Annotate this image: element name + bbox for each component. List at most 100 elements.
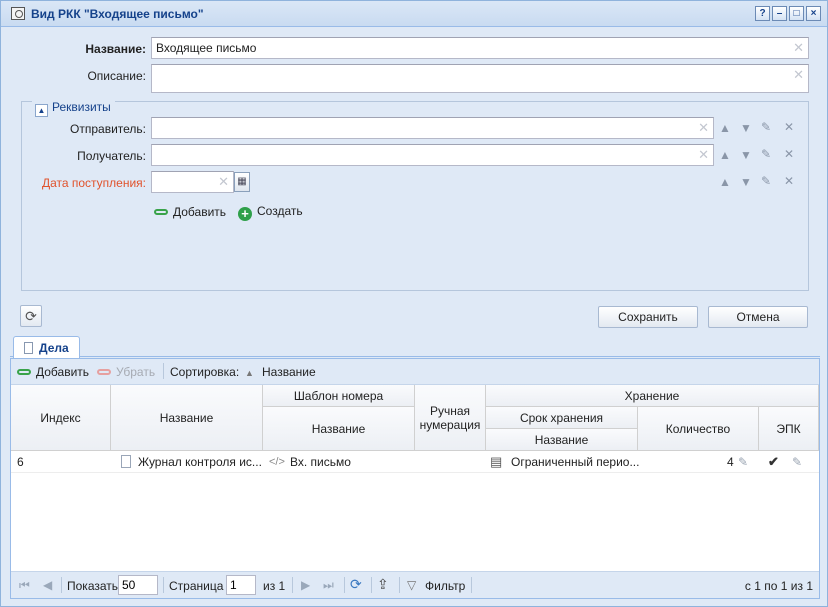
col-header-storage-period: Срок хранения (486, 407, 638, 429)
save-button[interactable]: Сохранить (598, 306, 698, 328)
description-label: Описание: (87, 69, 146, 83)
pager-separator (399, 577, 400, 593)
maximize-button[interactable]: □ (789, 6, 804, 21)
clear-icon[interactable]: ✕ (218, 175, 229, 188)
pager-separator (471, 577, 472, 593)
pager-separator (371, 577, 372, 593)
tab-strip: Дела (10, 333, 820, 358)
page-number-input[interactable] (226, 575, 256, 595)
sort-label: Сортировка: (170, 365, 240, 379)
name-field-value: Входящее письмо (156, 41, 257, 55)
link-icon (154, 209, 168, 215)
edit-icon[interactable]: ✎ (761, 174, 771, 188)
grid-add-label: Добавить (36, 365, 90, 379)
next-page-icon[interactable]: ▶ (301, 578, 310, 592)
move-down-icon[interactable]: ▼ (740, 175, 752, 189)
clear-icon[interactable]: ✕ (698, 148, 709, 161)
page-label: Страница (169, 579, 224, 593)
move-down-icon[interactable]: ▼ (740, 121, 752, 135)
grid-remove-button[interactable]: Убрать (97, 365, 155, 379)
page-count-label: из 1 (263, 579, 286, 593)
name-label: Название: (85, 42, 146, 56)
pager: ⏮ ◀ Показать Страница из 1 ▶ ⏭ ⟳ ⇪ ▽ Фил… (11, 571, 819, 598)
first-page-icon[interactable]: ⏮ (19, 578, 30, 593)
plus-circle-icon: + (238, 207, 252, 221)
create-requisite-label: Создать (257, 204, 303, 218)
filter-icon: ▽ (407, 578, 417, 592)
grid-toolbar: Добавить Убрать Сортировка: ▲ Название (11, 359, 819, 385)
help-button[interactable]: ? (755, 6, 770, 21)
tab-cases[interactable]: Дела (13, 336, 80, 358)
pager-separator (61, 577, 62, 593)
minimize-button[interactable]: – (772, 6, 787, 21)
reload-icon[interactable]: ⟳ (350, 576, 362, 593)
toolbar-separator (163, 363, 164, 379)
filter-button[interactable]: Фильтр (425, 579, 465, 593)
delete-icon[interactable]: ✕ (784, 174, 794, 188)
sort-field-button[interactable]: Название (262, 365, 316, 379)
edit-icon[interactable]: ✎ (761, 120, 771, 134)
move-up-icon[interactable]: ▲ (719, 148, 731, 162)
window-icon (11, 7, 25, 20)
move-down-icon[interactable]: ▼ (740, 148, 752, 162)
window: Вид РКК "Входящее письмо" ? – □ × Назван… (0, 0, 828, 607)
refresh-icon: ⟳ (25, 308, 37, 324)
clear-icon[interactable]: ✕ (793, 68, 804, 81)
tab-cases-label: Дела (39, 341, 69, 355)
row-template: Вх. письмо (290, 455, 351, 469)
add-requisite-button[interactable]: Добавить (154, 205, 226, 219)
name-field[interactable]: Входящее письмо ✕ (151, 37, 809, 59)
receipt-date-label: Дата поступления: (41, 176, 146, 190)
requisites-legend[interactable]: ▲ Реквизиты (32, 100, 115, 117)
unlink-icon (97, 369, 111, 375)
edit-icon[interactable]: ✎ (792, 451, 802, 473)
col-header-epk[interactable]: ЭПК (759, 407, 819, 451)
cancel-button[interactable]: Отмена (708, 306, 808, 328)
edit-icon[interactable]: ✎ (761, 147, 771, 161)
cases-grid: Добавить Убрать Сортировка: ▲ Название И… (10, 358, 820, 599)
col-header-storage-period-name[interactable]: Название (486, 429, 638, 451)
prev-page-icon[interactable]: ◀ (43, 578, 52, 592)
recipient-field[interactable]: ✕ (151, 144, 714, 166)
sender-label: Отправитель: (70, 122, 146, 136)
clear-icon[interactable]: ✕ (793, 41, 804, 54)
pager-separator (163, 577, 164, 593)
recipient-label: Получатель: (77, 149, 146, 163)
table-row[interactable]: 6 Журнал контроля ис... </> Вх. письмо ▤… (11, 451, 819, 473)
form-panel: Название: Входящее письмо ✕ Описание: ✕ … (10, 28, 820, 333)
pager-separator (292, 577, 293, 593)
receipt-date-field[interactable]: ✕ (151, 171, 234, 193)
edit-icon[interactable]: ✎ (738, 451, 748, 473)
row-period: Ограниченный перио... (511, 455, 640, 469)
col-header-number-template: Шаблон номера (263, 385, 415, 407)
delete-icon[interactable]: ✕ (784, 147, 794, 161)
export-icon[interactable]: ⇪ (377, 576, 389, 593)
move-up-icon[interactable]: ▲ (719, 121, 731, 135)
calendar-icon[interactable]: ▦ (234, 172, 250, 192)
document-icon (121, 455, 131, 468)
move-up-icon[interactable]: ▲ (719, 175, 731, 189)
col-header-name[interactable]: Название (111, 385, 263, 451)
refresh-button[interactable]: ⟳ (20, 305, 42, 327)
row-quantity: 4 (727, 455, 734, 469)
col-header-manual-numbering[interactable]: Ручная нумерация (415, 385, 486, 451)
clear-icon[interactable]: ✕ (698, 121, 709, 134)
page-size-input[interactable] (118, 575, 158, 595)
col-header-index[interactable]: Индекс (11, 385, 111, 451)
row-name: Журнал контроля ис... (138, 455, 262, 469)
add-requisite-label: Добавить (173, 205, 227, 219)
grid-add-button[interactable]: Добавить (17, 365, 89, 379)
window-titlebar[interactable]: Вид РКК "Входящее письмо" ? – □ × (1, 1, 827, 27)
create-requisite-button[interactable]: + Создать (238, 204, 303, 221)
col-header-quantity[interactable]: Количество (638, 407, 759, 451)
collapse-icon[interactable]: ▲ (35, 104, 48, 117)
code-icon: </> (269, 456, 285, 468)
delete-icon[interactable]: ✕ (784, 120, 794, 134)
description-field[interactable]: ✕ (151, 64, 809, 93)
pager-separator (344, 577, 345, 593)
last-page-icon[interactable]: ⏭ (323, 578, 334, 593)
sender-field[interactable]: ✕ (151, 117, 714, 139)
archive-icon: ▤ (490, 454, 503, 469)
col-header-template-name[interactable]: Название (263, 407, 415, 451)
close-button[interactable]: × (806, 6, 821, 21)
